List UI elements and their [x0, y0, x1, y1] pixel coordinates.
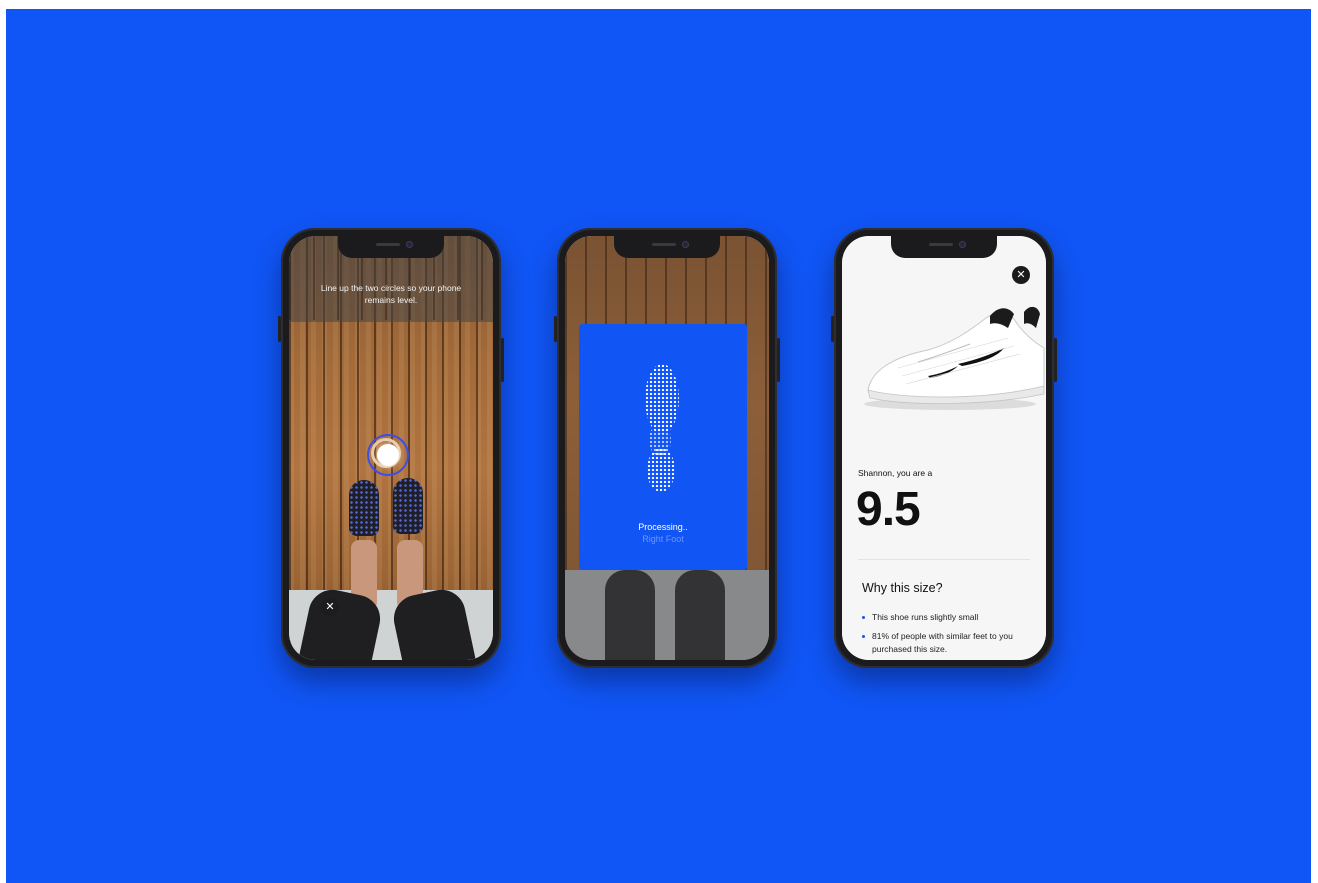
phone-result: ✕ Shannon, you are a 9.5 Why this size? …: [831, 228, 1057, 668]
bullet-icon: [862, 616, 865, 619]
greeting-text: Shannon, you are a: [858, 468, 933, 478]
notch: [891, 236, 997, 258]
close-icon[interactable]: ✕: [1012, 266, 1030, 284]
screen-result: ✕ Shannon, you are a 9.5 Why this size? …: [842, 236, 1046, 660]
shoe-product-image: [864, 306, 1045, 410]
volume-button: [278, 316, 281, 342]
screen-processing: Processing.. Right Foot: [565, 236, 769, 660]
level-dot: [377, 444, 399, 466]
list-item: This shoe runs slightly small: [862, 611, 1032, 624]
recommended-size: 9.5: [856, 483, 921, 536]
list-item: 81% of people with similar feet to you p…: [862, 630, 1032, 656]
notch: [614, 236, 720, 258]
phone-processing: Processing.. Right Foot: [554, 228, 780, 668]
bullet-icon: [862, 635, 865, 638]
power-button: [501, 338, 504, 382]
processing-status: Processing..: [638, 522, 688, 532]
section-title: Why this size?: [862, 581, 943, 595]
screen-level-check: Line up the two circles so your phone re…: [289, 236, 493, 660]
notch: [338, 236, 444, 258]
footprint-icon: [639, 364, 685, 494]
phone-level-check: Line up the two circles so your phone re…: [278, 228, 504, 668]
reason-list: This shoe runs slightly small 81% of peo…: [862, 611, 1032, 660]
level-instruction: Line up the two circles so your phone re…: [320, 283, 462, 305]
feet-image: [289, 478, 493, 660]
close-icon[interactable]: ✕: [321, 598, 339, 616]
right-shoe: [393, 478, 423, 534]
processing-foot: Right Foot: [642, 534, 684, 544]
divider: [858, 559, 1030, 560]
scan-card: Processing.. Right Foot: [579, 324, 747, 570]
left-shoe: [349, 480, 379, 536]
